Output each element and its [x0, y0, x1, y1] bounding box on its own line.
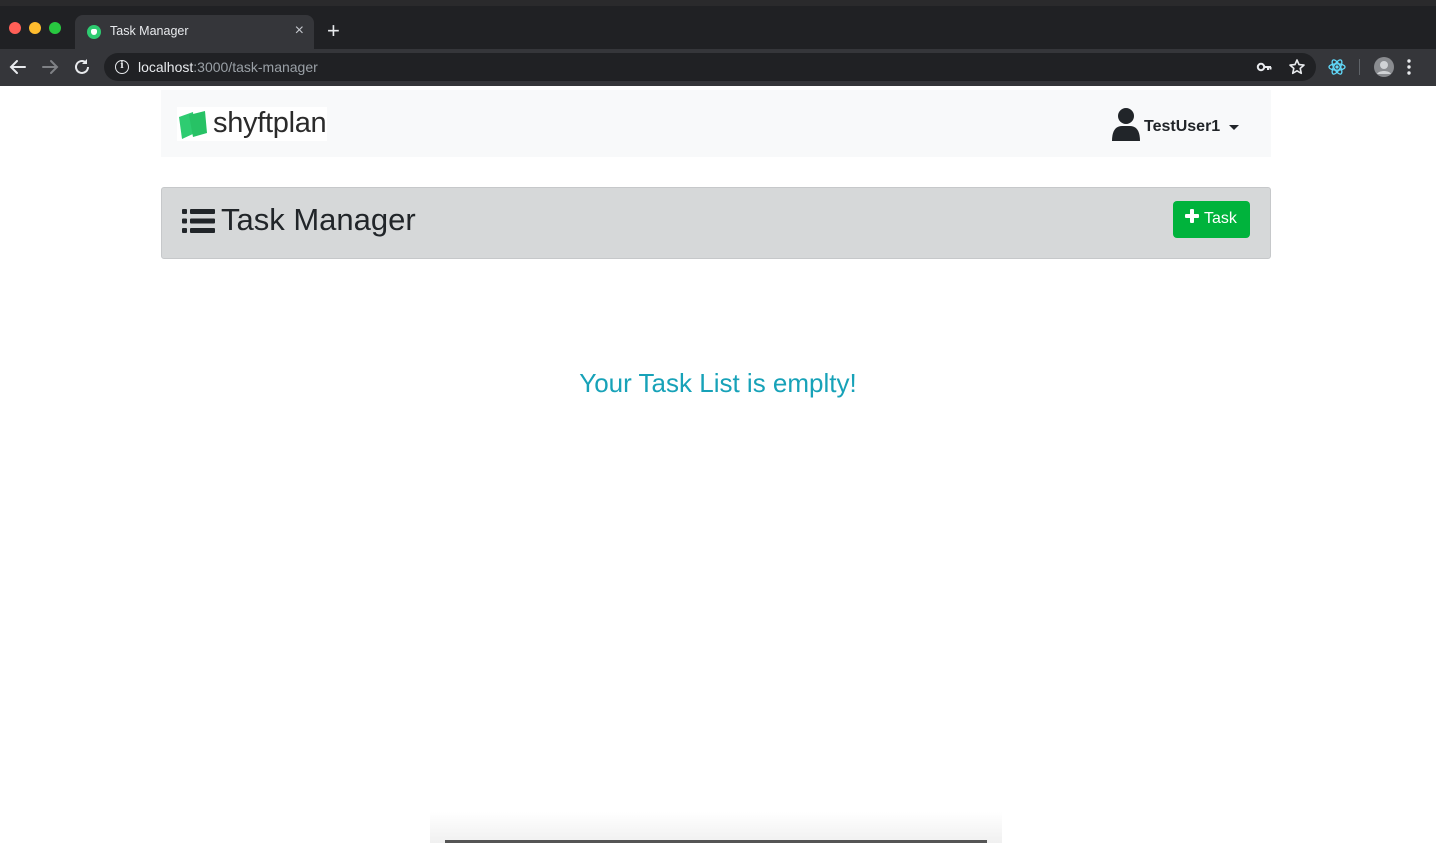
brand-logo[interactable]: shyftplan — [177, 107, 327, 141]
key-icon[interactable] — [1256, 57, 1272, 83]
address-bar[interactable]: i localhost:3000/task-manager — [104, 53, 1316, 81]
info-icon[interactable]: i — [115, 60, 129, 74]
react-devtools-icon[interactable] — [1327, 57, 1347, 77]
tab-title: Task Manager — [110, 24, 189, 38]
tab-favicon-icon — [87, 25, 101, 39]
task-manager-header: Task Manager Task — [161, 187, 1271, 259]
list-icon — [182, 209, 215, 233]
reload-icon[interactable] — [70, 55, 94, 79]
logo-text: shyftplan — [213, 107, 327, 139]
arrow-left-icon[interactable] — [6, 55, 30, 79]
shyftplan-logo-icon — [179, 111, 207, 139]
minimize-window-button[interactable] — [29, 22, 41, 34]
browser-toolbar: i localhost:3000/task-manager — [0, 49, 1436, 86]
bottom-fade — [430, 812, 1002, 843]
browser-tab-task-manager[interactable]: Task Manager × — [75, 15, 314, 49]
maximize-window-button[interactable] — [49, 22, 61, 34]
close-window-button[interactable] — [9, 22, 21, 34]
add-task-button[interactable]: Task — [1173, 201, 1250, 238]
page-title: Task Manager — [221, 202, 416, 237]
user-menu-dropdown[interactable]: TestUser1 — [1111, 107, 1241, 141]
empty-task-list-message: Your Task List is emplty! — [579, 368, 857, 398]
plus-icon — [1185, 209, 1199, 223]
star-icon[interactable] — [1288, 57, 1306, 83]
user-icon — [1112, 108, 1140, 141]
add-task-label: Task — [1204, 210, 1237, 227]
user-name: TestUser1 — [1144, 118, 1221, 135]
new-tab-button[interactable]: + — [327, 20, 340, 42]
chevron-down-icon — [1229, 125, 1239, 130]
browser-chrome: Task Manager × + i localhost:3000/task-m… — [0, 0, 1436, 86]
app-navbar: shyftplan TestUser1 — [161, 90, 1271, 157]
os-menubar-strip — [0, 0, 1436, 6]
arrow-right-icon[interactable] — [38, 55, 62, 79]
kebab-menu-icon[interactable] — [1406, 55, 1412, 85]
profile-avatar-icon[interactable] — [1373, 56, 1394, 77]
tab-close-icon[interactable]: × — [295, 22, 304, 40]
toolbar-divider — [1359, 59, 1360, 75]
url-text[interactable]: localhost:3000/task-manager — [138, 59, 318, 75]
